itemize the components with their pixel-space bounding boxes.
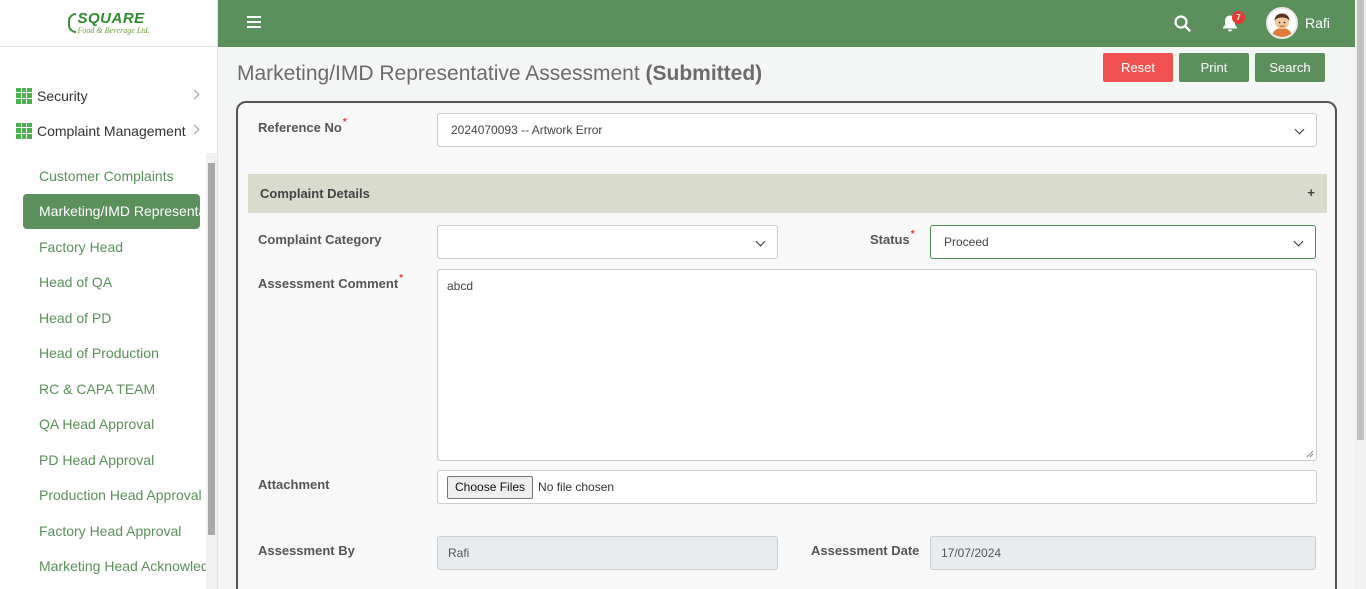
top-navbar: 7 Rafi xyxy=(218,0,1355,47)
file-status-text: No file chosen xyxy=(538,480,615,494)
status-value: Proceed xyxy=(944,235,989,249)
user-avatar[interactable] xyxy=(1266,7,1298,39)
reference-no-select[interactable]: 2024070093 -- Artwork Error xyxy=(437,113,1317,147)
complaint-category-label: Complaint Category xyxy=(258,232,382,247)
user-name[interactable]: Rafi xyxy=(1305,15,1330,31)
company-logo: SQUARE Food & Beverage Ltd. xyxy=(67,10,150,35)
sidebar-item-factory-head-approval[interactable]: Factory Head Approval xyxy=(0,513,206,549)
section-title: Complaint Details xyxy=(260,186,370,201)
sidebar-item-head-of-production[interactable]: Head of Production xyxy=(0,336,206,372)
logo-area[interactable]: SQUARE Food & Beverage Ltd. xyxy=(0,0,217,47)
search-button[interactable]: Search xyxy=(1255,53,1325,82)
expand-plus-icon[interactable]: + xyxy=(1307,185,1315,200)
assessment-comment-value: abcd xyxy=(447,279,474,293)
sidebar-scrollbar-thumb[interactable] xyxy=(208,163,215,535)
sidebar-item-marketing-head-acknowledge[interactable]: Marketing Head Acknowledge xyxy=(0,549,206,585)
sidebar-section-label: Complaint Management xyxy=(37,122,186,139)
required-marker: * xyxy=(910,229,915,240)
assessment-date-label: Assessment Date xyxy=(811,543,920,558)
logo-main-text: SQUARE xyxy=(77,10,145,27)
sidebar-scrollbar[interactable] xyxy=(206,153,217,589)
search-icon[interactable] xyxy=(1174,15,1191,32)
print-button[interactable]: Print xyxy=(1179,53,1249,82)
page-scrollbar[interactable] xyxy=(1355,0,1366,589)
sidebar-submenu: Customer Complaints Marketing/IMD Repres… xyxy=(0,158,206,589)
assessment-by-value: Rafi xyxy=(448,546,470,560)
required-marker: * xyxy=(399,273,404,284)
sidebar-item-head-of-qa[interactable]: Head of QA xyxy=(0,265,206,301)
page-scrollbar-thumb[interactable] xyxy=(1357,0,1364,440)
status-select[interactable]: Proceed xyxy=(930,225,1316,259)
reference-no-value: 2024070093 -- Artwork Error xyxy=(451,123,603,137)
sidebar-sections: Security Complaint Management xyxy=(0,78,218,148)
status-label-text: Status xyxy=(870,232,910,247)
chevron-right-icon xyxy=(189,124,200,135)
attachment-label: Attachment xyxy=(258,477,330,492)
sidebar-section-complaint-management[interactable]: Complaint Management xyxy=(0,113,218,148)
hamburger-icon[interactable] xyxy=(247,16,261,28)
logo-leaf-icon xyxy=(67,13,76,33)
choose-files-button[interactable]: Choose Files xyxy=(447,475,534,499)
assessment-date-value: 17/07/2024 xyxy=(941,546,1002,560)
page-title-text: Marketing/IMD Representative Assessment xyxy=(237,62,640,85)
complaint-details-section-header[interactable]: Complaint Details + xyxy=(248,174,1327,213)
sidebar-item-qa-head-approval[interactable]: QA Head Approval xyxy=(0,407,206,443)
page-status-text: (Submitted) xyxy=(645,62,763,85)
attachment-file-input[interactable]: Choose Files No file chosen xyxy=(437,470,1317,504)
sidebar-item-marketing-imd-representative[interactable]: Marketing/IMD Representative xyxy=(23,193,200,229)
reference-no-label-text: Reference No xyxy=(258,120,342,135)
reference-no-label: Reference No* xyxy=(258,117,347,135)
sidebar-section-security[interactable]: Security xyxy=(0,78,218,113)
sidebar-item-head-of-pd[interactable]: Head of PD xyxy=(0,300,206,336)
assessment-comment-label-text: Assessment Comment xyxy=(258,276,399,291)
sidebar-item-production-head-approval[interactable]: Production Head Approval xyxy=(0,478,206,514)
chevron-right-icon xyxy=(189,89,200,100)
sidebar-item-customer-complaints[interactable]: Customer Complaints xyxy=(0,158,206,194)
required-marker: * xyxy=(342,117,347,128)
complaint-category-select[interactable] xyxy=(437,225,778,259)
sidebar-item-factory-head[interactable]: Factory Head xyxy=(0,229,206,265)
notification-count-badge: 7 xyxy=(1232,11,1245,24)
assessment-by-label: Assessment By xyxy=(258,543,355,558)
sidebar-item-pd-head-approval[interactable]: PD Head Approval xyxy=(0,442,206,478)
sidebar: SQUARE Food & Beverage Ltd. Security Com… xyxy=(0,0,218,589)
assessment-comment-label: Assessment Comment* xyxy=(258,273,404,291)
assessment-comment-textarea[interactable]: abcd xyxy=(437,269,1317,461)
assessment-by-field: Rafi xyxy=(437,536,778,570)
status-label: Status* xyxy=(870,229,915,247)
avatar-face-icon xyxy=(1268,9,1296,37)
assessment-date-field: 17/07/2024 xyxy=(930,536,1316,570)
grid-icon xyxy=(16,122,32,139)
reset-button[interactable]: Reset xyxy=(1103,53,1173,82)
assessment-form-card: Reference No* 2024070093 -- Artwork Erro… xyxy=(236,101,1337,589)
resize-handle-icon[interactable] xyxy=(1306,450,1314,458)
grid-icon xyxy=(16,87,32,104)
sidebar-item-rc-capa-team[interactable]: RC & CAPA TEAM xyxy=(0,371,206,407)
logo-sub-text: Food & Beverage Ltd. xyxy=(77,26,150,35)
page-title: Marketing/IMD Representative Assessment … xyxy=(237,62,762,86)
sidebar-section-label: Security xyxy=(37,87,88,104)
